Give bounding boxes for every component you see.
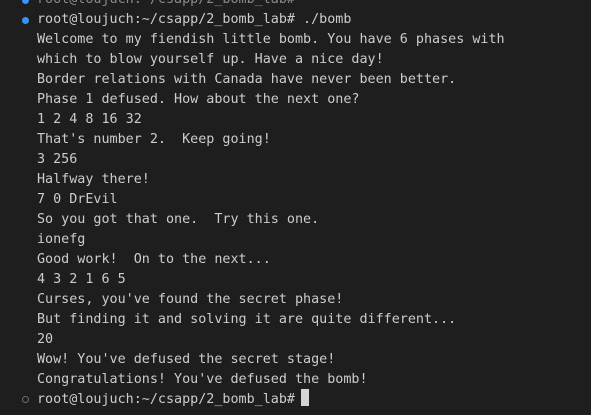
output-line: So you got that one. Try this one. [37,212,320,227]
output-line: But finding it and solving it are quite … [37,312,457,327]
prompt-text: root@loujuch:~/csapp/2_bomb_lab# [37,392,295,407]
output-line: 20 [37,332,54,347]
previous-command-line: root@loujuch:~/csapp/2_bomb_lab# [37,0,295,10]
output-line: Wow! You've defused the secret stage! [37,352,336,367]
command-decoration-icon[interactable] [20,389,30,409]
output-line: Phase 1 defused. How about the next one? [37,92,360,107]
command-line: root@loujuch:~/csapp/2_bomb_lab# ./bomb [37,12,352,27]
command-decoration-icon[interactable] [20,0,30,10]
output-line: Welcome to my fiendish little bomb. You … [37,32,505,47]
output-line: That's number 2. Keep going! [37,132,271,147]
command-decoration-icon[interactable] [20,10,30,30]
output-line: Curses, you've found the secret phase! [37,292,344,307]
output-line: ionefg [37,232,86,247]
output-line: Congratulations! You've defused the bomb… [37,372,368,387]
output-line: 7 0 DrEvil [37,192,118,207]
output-line: Good work! On to the next... [37,252,271,267]
output-line: 4 3 2 1 6 5 [37,272,126,287]
output-line: Halfway there! [37,172,150,187]
prompt-line[interactable]: root@loujuch:~/csapp/2_bomb_lab# [37,389,309,409]
terminal-panel[interactable]: root@loujuch:~/csapp/2_bomb_lab# root@lo… [0,0,591,415]
output-line: which to blow yourself up. Have a nice d… [37,52,384,67]
output-line: 1 2 4 8 16 32 [37,112,142,127]
text-cursor [300,389,309,406]
output-line: 3 256 [37,152,78,167]
output-line: Border relations with Canada have never … [37,72,457,87]
